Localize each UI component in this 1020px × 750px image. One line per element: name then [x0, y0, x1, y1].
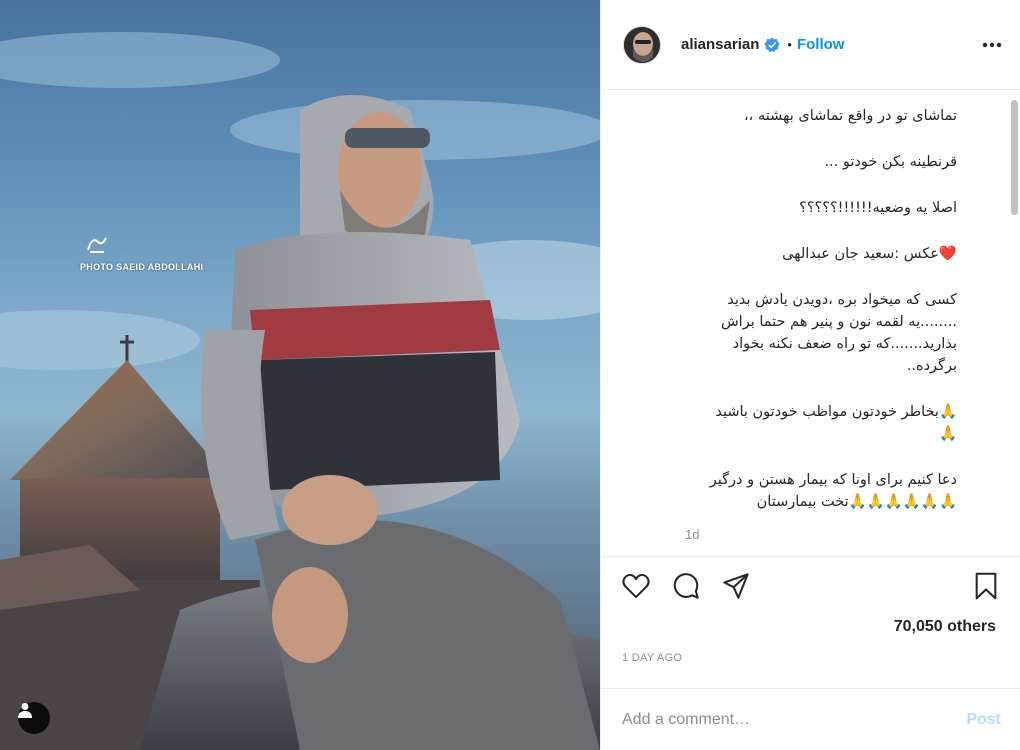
caption-paragraph: ❤️عکس :سعید جان عبدالهی — [782, 246, 957, 262]
more-options-button[interactable] — [980, 33, 1004, 57]
comment-input[interactable] — [622, 710, 967, 729]
action-bar — [601, 556, 1020, 614]
post-caption: تماشای تو در واقع تماشای بهشته ،، قرنطین… — [657, 105, 957, 537]
share-button[interactable] — [721, 571, 751, 601]
caption-scrollbar[interactable] — [1011, 100, 1018, 215]
post-comment-button[interactable]: Post — [966, 711, 1001, 729]
separator-dot: • — [787, 37, 792, 52]
share-icon — [723, 573, 749, 599]
follow-button[interactable]: Follow — [797, 36, 845, 53]
comment-icon — [673, 573, 699, 599]
username[interactable]: aliansarian — [681, 36, 759, 53]
photographer-logo-icon — [84, 232, 110, 256]
post-header: aliansarian • Follow — [601, 0, 1020, 90]
like-button[interactable] — [621, 571, 651, 601]
caption-paragraph: قرنطینه بکن خودتو ... — [824, 154, 957, 170]
photo-illustration — [0, 32, 600, 750]
caption-paragraph: 🙏بخاطر خودتون مواظب خودتون باشید 🙏 — [715, 404, 957, 442]
post-date[interactable]: 1 DAY AGO — [622, 652, 682, 664]
user-icon — [18, 703, 32, 718]
photo-credit: PHOTO SAEID ABDOLLAHI — [80, 262, 204, 272]
caption-time-ago[interactable]: 1d — [685, 527, 699, 542]
heart-icon — [622, 574, 650, 599]
save-button[interactable] — [971, 571, 1001, 601]
caption-paragraph: تماشای تو در واقع تماشای بهشته ،، — [744, 108, 957, 124]
caption-paragraph: دعا کنیم برای اونا که بیمار هستن و درگیر… — [709, 472, 957, 510]
more-options-icon — [982, 42, 1002, 47]
post-photo[interactable]: PHOTO SAEID ABDOLLAHI — [0, 0, 600, 750]
post-side-panel: aliansarian • Follow تماشای تو در واقع ت… — [600, 0, 1020, 750]
comment-bar: Post — [601, 688, 1020, 750]
caption-paragraph: اصلا یه وضعیه!!!!!!؟؟؟؟؟ — [799, 200, 957, 216]
caption-paragraph: کسی که میخواد بره ،دویدن یادش بدید .....… — [720, 292, 957, 374]
avatar[interactable] — [623, 25, 661, 64]
caption-scroll-area[interactable]: تماشای تو در واقع تماشای بهشته ،، قرنطین… — [601, 91, 1005, 551]
verified-badge-icon — [764, 36, 780, 53]
comment-button[interactable] — [671, 571, 701, 601]
likes-count[interactable]: 70,050 others — [894, 618, 996, 636]
user-tag-button[interactable] — [18, 702, 50, 734]
bookmark-icon — [975, 572, 997, 600]
